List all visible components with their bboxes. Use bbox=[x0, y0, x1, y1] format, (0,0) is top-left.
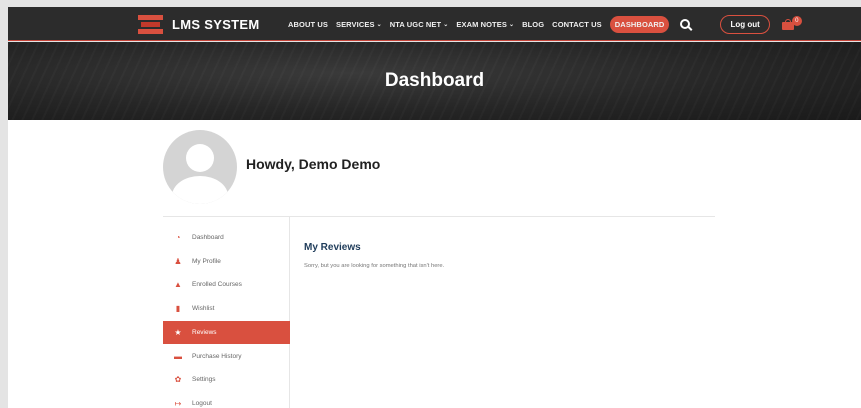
sidebar-item-label: Settings bbox=[192, 376, 216, 383]
sidebar-item-my-profile[interactable]: ♟ My Profile bbox=[163, 250, 290, 273]
main-nav: ABOUT US SERVICES ⌄ NTA UGC NET ⌄ EXAM N… bbox=[288, 7, 802, 41]
sidebar-item-label: Enrolled Courses bbox=[192, 281, 242, 288]
books-logo-icon bbox=[138, 14, 163, 34]
graduation-cap-icon: ▲ bbox=[174, 279, 182, 289]
nav-about-us[interactable]: ABOUT US bbox=[288, 20, 328, 29]
nav-label: DASHBOARD bbox=[614, 19, 665, 29]
chevron-down-icon: ⌄ bbox=[508, 21, 515, 28]
logo-text: LMS SYSTEM bbox=[172, 16, 260, 32]
bookmark-icon: ▮ bbox=[175, 303, 181, 313]
section-title: My Reviews bbox=[304, 242, 361, 253]
empty-state-message: Sorry, but you are looking for something… bbox=[304, 263, 445, 269]
nav-label: EXAM NOTES bbox=[456, 19, 507, 29]
sidebar-item-settings[interactable]: ✿ Settings bbox=[163, 368, 290, 391]
nav-blog[interactable]: BLOG bbox=[522, 20, 544, 29]
dashboard-content: Howdy, Demo Demo ◔ Dashboard ♟ My Profil… bbox=[8, 120, 861, 408]
avatar bbox=[163, 130, 237, 204]
nav-nta-ugc-net[interactable]: NTA UGC NET ⌄ bbox=[390, 20, 449, 29]
nav-label: ABOUT US bbox=[288, 19, 328, 29]
chevron-down-icon: ⌄ bbox=[376, 21, 382, 28]
page-title: Dashboard bbox=[384, 70, 485, 91]
nav-label: SERVICES bbox=[335, 19, 375, 29]
cart-icon[interactable]: 0 bbox=[781, 15, 802, 30]
star-icon: ★ bbox=[174, 327, 182, 337]
cart-count-badge: 0 bbox=[791, 15, 802, 26]
nav-label: CONTACT US bbox=[552, 19, 602, 29]
user-icon: ♟ bbox=[174, 256, 182, 266]
search-icon[interactable] bbox=[680, 19, 691, 29]
sidebar-item-purchase-history[interactable]: ▬ Purchase History bbox=[163, 345, 290, 368]
nav-dashboard[interactable]: DASHBOARD bbox=[609, 15, 670, 33]
sidebar-item-label: Dashboard bbox=[192, 234, 224, 241]
sidebar-item-reviews[interactable]: ★ Reviews bbox=[163, 321, 290, 344]
dashboard-sidebar: ◔ Dashboard ♟ My Profile ▲ Enrolled Cour… bbox=[163, 217, 290, 408]
sidebar-item-wishlist[interactable]: ▮ Wishlist bbox=[163, 297, 290, 320]
sidebar-item-enrolled-courses[interactable]: ▲ Enrolled Courses bbox=[163, 273, 290, 296]
sidebar-item-label: Wishlist bbox=[192, 305, 215, 312]
gear-icon: ✿ bbox=[174, 374, 182, 384]
logout-button[interactable]: Log out bbox=[720, 14, 770, 34]
nav-contact-us[interactable]: CONTACT US bbox=[552, 20, 602, 29]
sidebar-item-label: Reviews bbox=[192, 329, 217, 336]
user-greeting: Howdy, Demo Demo bbox=[246, 156, 381, 172]
site-logo[interactable]: LMS SYSTEM bbox=[138, 13, 260, 35]
sidebar-item-logout[interactable]: ↦ Logout bbox=[163, 392, 290, 408]
sidebar-item-label: Purchase History bbox=[192, 353, 242, 360]
page-banner: Dashboard bbox=[8, 42, 861, 120]
nav-label: NTA UGC NET bbox=[389, 19, 442, 29]
chevron-down-icon: ⌄ bbox=[443, 21, 449, 28]
logout-icon: ↦ bbox=[174, 398, 182, 408]
cart-icon: ▬ bbox=[174, 351, 182, 361]
top-navbar: LMS SYSTEM ABOUT US SERVICES ⌄ NTA UGC N… bbox=[8, 7, 861, 41]
nav-label: BLOG bbox=[522, 19, 545, 29]
nav-services[interactable]: SERVICES ⌄ bbox=[336, 20, 382, 29]
nav-exam-notes[interactable]: EXAM NOTES ⌄ bbox=[456, 20, 514, 29]
sidebar-item-label: Logout bbox=[192, 400, 212, 407]
sidebar-item-dashboard[interactable]: ◔ Dashboard bbox=[163, 226, 290, 249]
sidebar-item-label: My Profile bbox=[192, 258, 221, 265]
dashboard-icon: ◔ bbox=[175, 232, 181, 242]
